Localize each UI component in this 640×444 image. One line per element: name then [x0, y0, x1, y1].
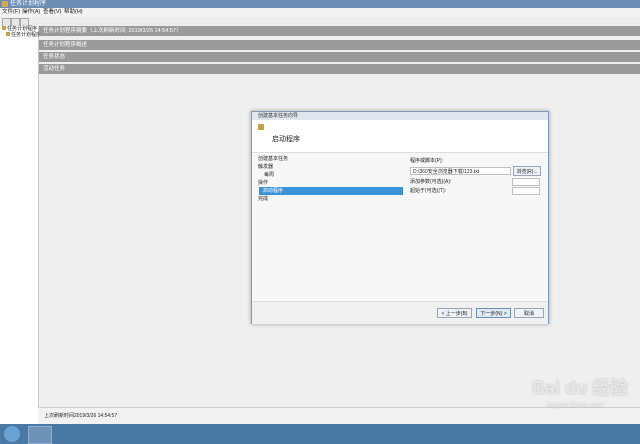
menu-action[interactable]: 操作(A) [22, 8, 40, 17]
app-icon [2, 1, 8, 7]
start-button[interactable] [4, 426, 20, 442]
start-in-label: 起始于(可选)(T): [410, 188, 447, 194]
dialog-header: 启动程序 [252, 120, 548, 153]
step-action: 操作 [258, 180, 269, 186]
window-title: 任务计划程序 [10, 1, 47, 7]
watermark: Bai du 经验 jingyan.baidu.com [532, 374, 632, 424]
step-finish: 完成 [258, 196, 269, 202]
steps-list: 创建基本任务 触发器 每周 操作 启动程序 完成 [252, 153, 404, 301]
step-create-basic-task: 创建基本任务 [258, 156, 289, 162]
status-text: 上次刷新时间2019/3/26 14:54:57 [44, 413, 118, 419]
title-bar: 任务计划程序 [0, 0, 640, 8]
folder-icon [2, 26, 6, 30]
summary-header: 任务计划程序摘要（上次刷新时间: 2019/3/26 14:54:57） [39, 26, 640, 36]
navigation-tree: 任务计划程序 任务计划程序库 [0, 26, 46, 424]
section-status[interactable]: 任务状态 [39, 52, 640, 62]
step-weekly: 每周 [264, 172, 275, 178]
menu-help[interactable]: 帮助(H) [64, 8, 83, 17]
args-label: 添加参数(可选)(A): [410, 179, 452, 185]
dialog-footer: < 上一步(B) 下一步(N) > 取消 [252, 301, 548, 324]
folder-icon [6, 32, 10, 36]
menu-file[interactable]: 文件(F) [2, 8, 20, 17]
start-in-input[interactable] [512, 187, 540, 195]
task-icon [258, 124, 264, 130]
args-input[interactable] [512, 178, 540, 186]
program-input[interactable]: D:\360安全浏览器下载\123.txt [410, 167, 511, 175]
next-button[interactable]: 下一步(N) > [476, 308, 511, 318]
step-start-program: 启动程序 [259, 187, 403, 195]
create-basic-task-dialog: 创建基本任务向导 启动程序 创建基本任务 触发器 每周 操作 启动程序 完成 程… [251, 111, 549, 324]
dialog-heading: 启动程序 [272, 136, 300, 143]
watermark-brand: Bai du 经验 [532, 378, 629, 398]
program-settings: 程序或脚本(P): D:\360安全浏览器下载\123.txt 浏览(R)...… [404, 153, 548, 301]
back-button[interactable]: < 上一步(B) [437, 308, 472, 318]
program-label: 程序或脚本(P): [410, 158, 444, 164]
cancel-button[interactable]: 取消 [514, 308, 544, 318]
menu-view[interactable]: 查看(V) [43, 8, 61, 17]
taskbar [0, 424, 640, 444]
section-active[interactable]: 活动任务 [39, 64, 640, 74]
dialog-title: 创建基本任务向导 [252, 112, 548, 120]
step-trigger: 触发器 [258, 164, 274, 170]
taskbar-app-button[interactable] [28, 426, 52, 444]
browse-button[interactable]: 浏览(R)... [513, 166, 541, 176]
watermark-url: jingyan.baidu.com [547, 402, 604, 409]
section-overview[interactable]: 任务计划程序概述 [39, 40, 640, 50]
